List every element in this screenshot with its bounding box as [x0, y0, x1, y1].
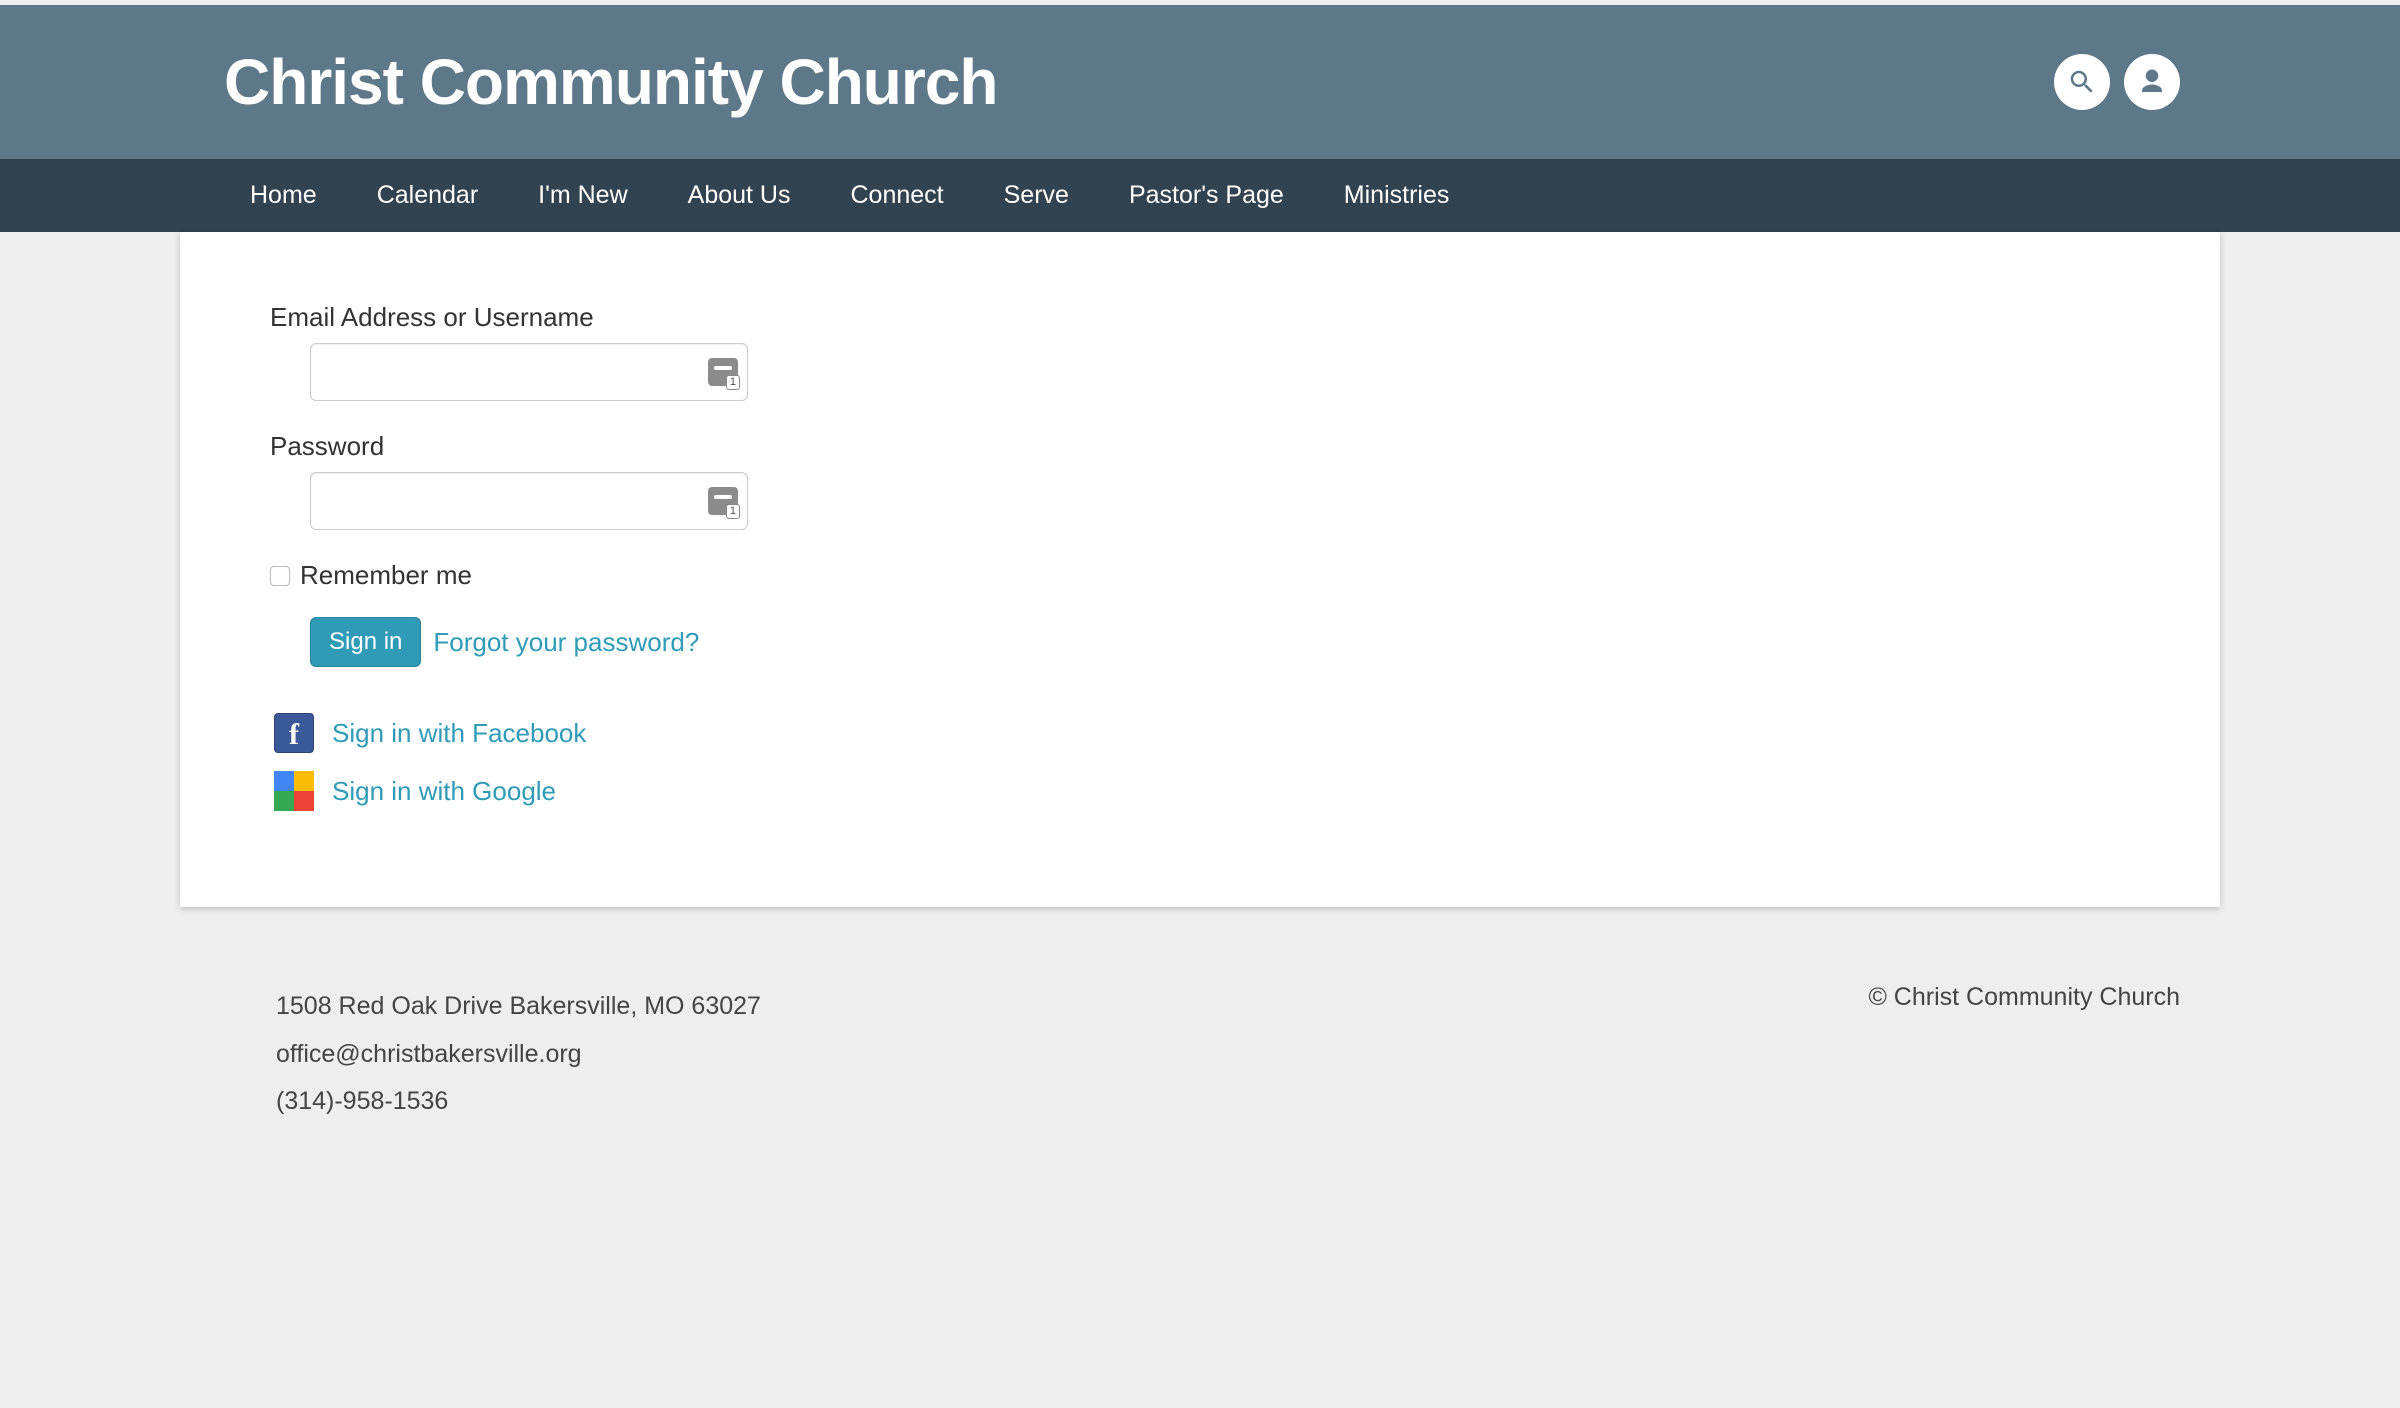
footer-address: 1508 Red Oak Drive Bakersville, MO 63027: [276, 983, 761, 1031]
footer-copyright: © Christ Community Church: [1868, 983, 2180, 1012]
search-button[interactable]: [2054, 54, 2110, 110]
password-input[interactable]: [310, 472, 748, 530]
remember-checkbox[interactable]: [270, 566, 290, 586]
nav-item-home[interactable]: Home: [220, 159, 347, 232]
site-title: Christ Community Church: [220, 45, 997, 119]
google-signin-label: Sign in with Google: [332, 776, 556, 807]
site-header: Christ Community Church: [0, 5, 2400, 159]
nav-item-about-us[interactable]: About Us: [658, 159, 821, 232]
header-actions: [2054, 54, 2180, 110]
nav-item-pastors-page[interactable]: Pastor's Page: [1099, 159, 1314, 232]
nav-item-calendar[interactable]: Calendar: [347, 159, 508, 232]
login-card: Email Address or Username Password Remem…: [180, 232, 2220, 907]
autofill-icon: [708, 358, 738, 386]
google-icon: [274, 771, 314, 811]
site-footer: 1508 Red Oak Drive Bakersville, MO 63027…: [0, 947, 2400, 1206]
facebook-icon: f: [274, 713, 314, 753]
search-icon: [2067, 67, 2097, 97]
username-input[interactable]: [310, 343, 748, 401]
username-label: Email Address or Username: [270, 302, 2170, 333]
facebook-signin[interactable]: f Sign in with Facebook: [274, 707, 2170, 759]
remember-label: Remember me: [300, 560, 472, 591]
facebook-signin-label: Sign in with Facebook: [332, 718, 586, 749]
sign-in-button[interactable]: Sign in: [310, 617, 421, 667]
nav-item-im-new[interactable]: I'm New: [508, 159, 658, 232]
footer-phone: (314)-958-1536: [276, 1078, 761, 1126]
account-button[interactable]: [2124, 54, 2180, 110]
password-label: Password: [270, 431, 2170, 462]
nav-item-serve[interactable]: Serve: [974, 159, 1099, 232]
nav-item-connect[interactable]: Connect: [821, 159, 974, 232]
nav-item-ministries[interactable]: Ministries: [1314, 159, 1480, 232]
google-signin[interactable]: Sign in with Google: [274, 765, 2170, 817]
autofill-icon: [708, 487, 738, 515]
main-nav: Home Calendar I'm New About Us Connect S…: [0, 159, 2400, 232]
user-icon: [2137, 67, 2167, 97]
forgot-password-link[interactable]: Forgot your password?: [433, 627, 699, 658]
footer-email[interactable]: office@christbakersville.org: [276, 1031, 761, 1079]
